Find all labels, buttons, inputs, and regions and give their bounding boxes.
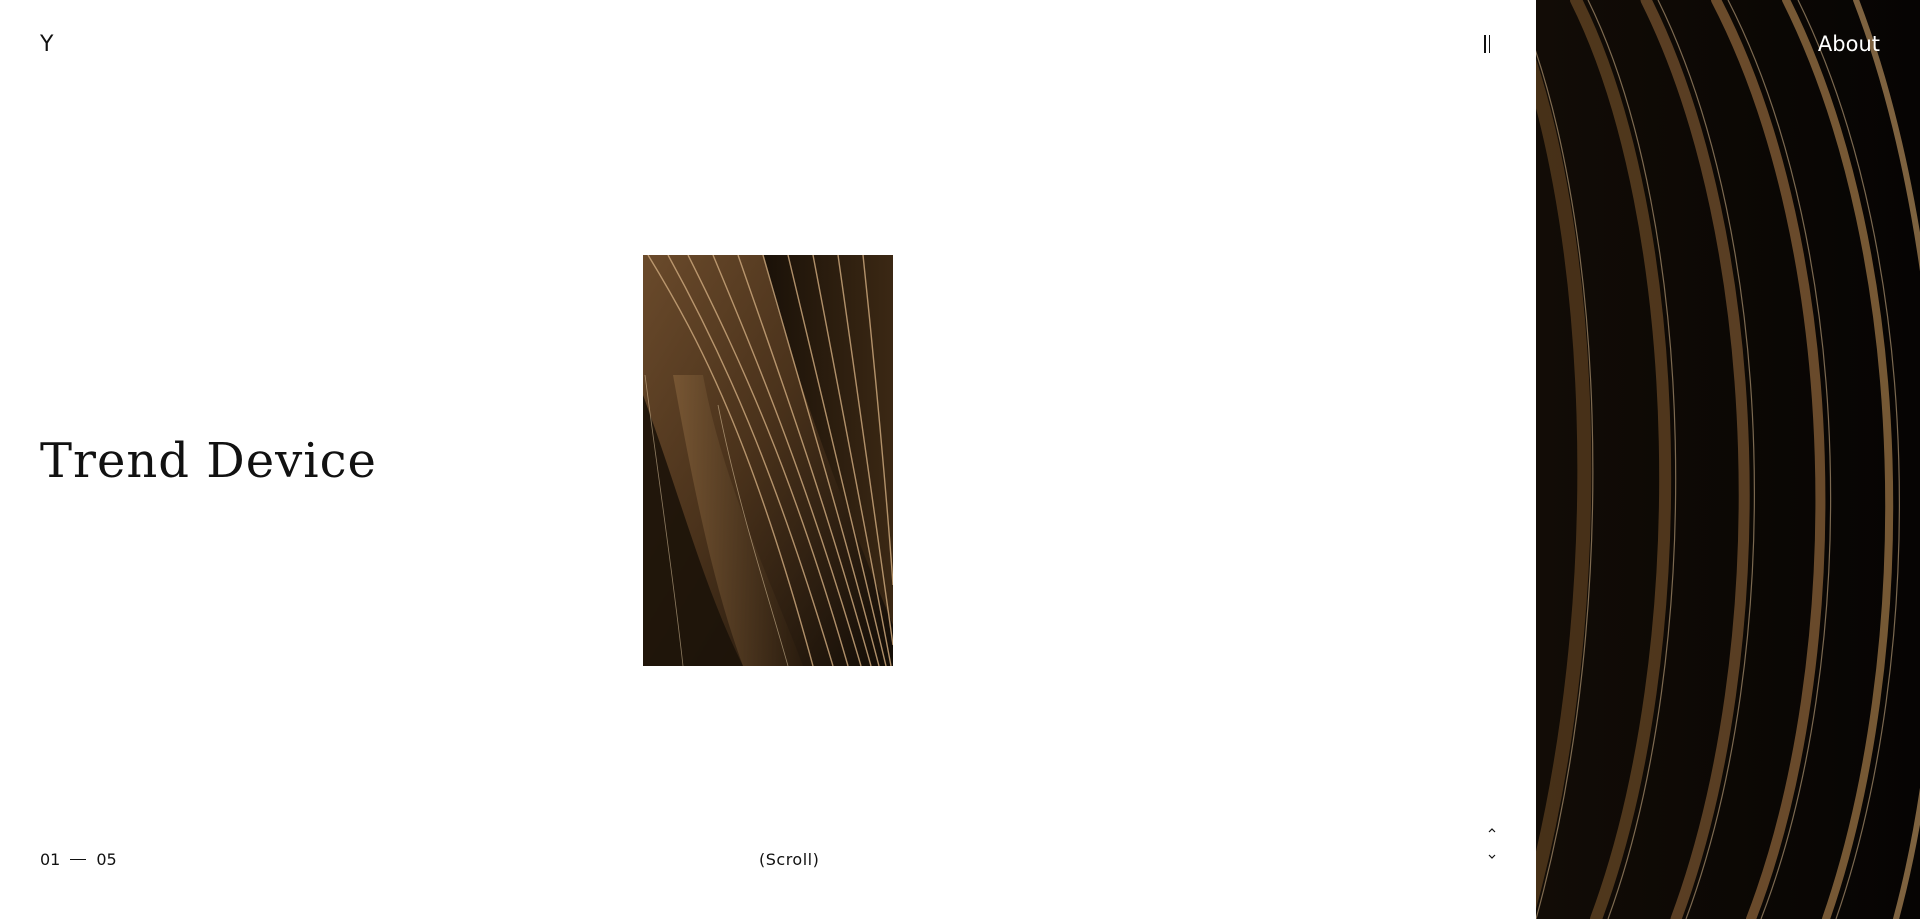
menu-icon[interactable] (1484, 33, 1498, 55)
hero-image[interactable] (643, 255, 893, 666)
abstract-bronze-arcs-image (1536, 0, 1920, 919)
scroll-hint[interactable]: (Scroll) (759, 850, 819, 869)
hero-title: Trend Device (40, 433, 377, 489)
counter-total: 05 (96, 850, 117, 869)
about-link[interactable]: About (1818, 32, 1880, 56)
chevron-up-icon[interactable] (1486, 824, 1498, 836)
slide-counter: 01 05 (40, 850, 117, 869)
side-preview-panel: About (1536, 0, 1920, 919)
main-panel: Y Trend Device 01 05 (Scroll) (0, 0, 1536, 919)
abstract-bronze-curves-image (643, 255, 893, 666)
chevron-down-icon[interactable] (1486, 851, 1498, 863)
menu-bar (1488, 35, 1490, 53)
counter-current: 01 (40, 850, 61, 869)
counter-dash (70, 859, 87, 860)
logo[interactable]: Y (40, 32, 54, 57)
menu-bar (1484, 35, 1486, 53)
